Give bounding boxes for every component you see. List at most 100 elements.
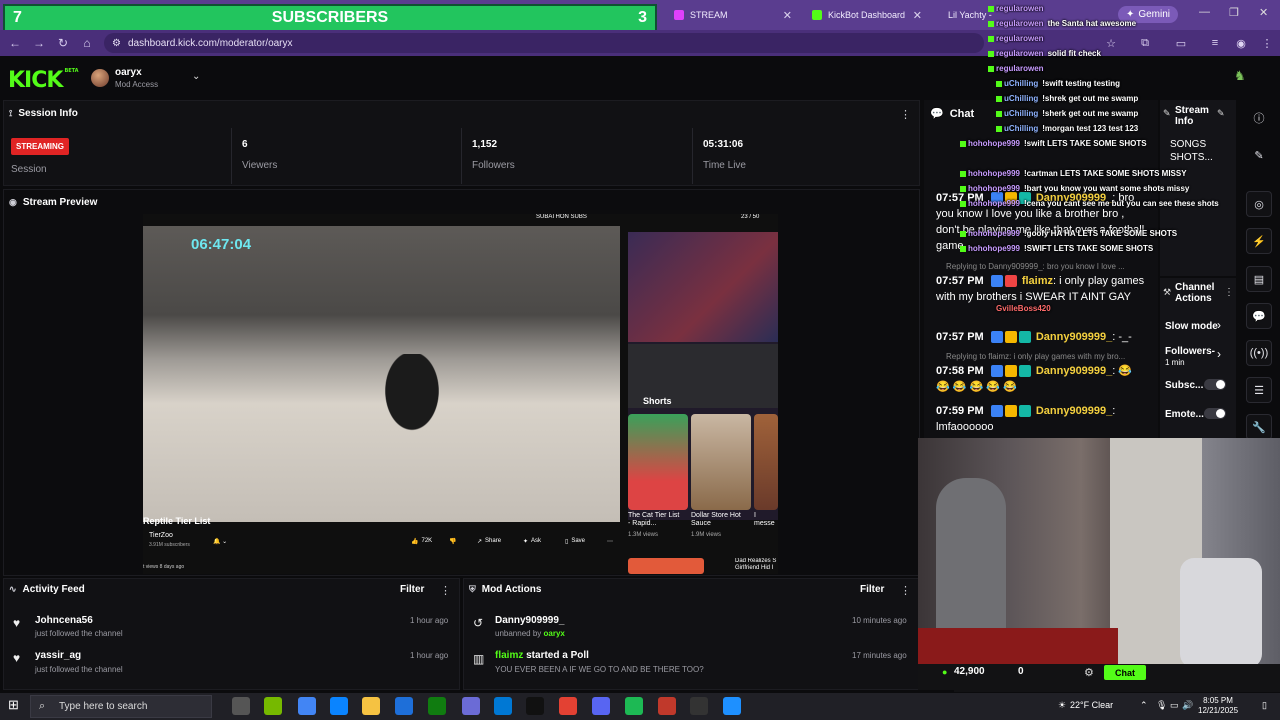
short-title[interactable]: I messe — [754, 512, 778, 528]
tab-youtube[interactable]: Lil Yachty - she ready — [934, 4, 994, 26]
mod-filter-button[interactable]: Filter — [860, 584, 884, 595]
xbox-icon[interactable] — [428, 697, 446, 715]
broadcast-icon[interactable]: ((•)) — [1246, 340, 1272, 366]
chat-reply-context[interactable]: Replying to flaimz: i only play games wi… — [946, 352, 1125, 361]
star-icon[interactable]: ☆ — [1102, 34, 1120, 52]
feed-item-name[interactable]: Johncena56 — [35, 615, 93, 626]
target-icon[interactable]: ◎ — [1246, 191, 1272, 217]
mod-item-name[interactable]: Danny909999_ — [495, 615, 565, 626]
more-icon[interactable]: ⋯ — [607, 534, 613, 548]
activity-filter-button[interactable]: Filter — [400, 584, 424, 595]
reading-list-icon[interactable]: ≡ — [1206, 34, 1224, 52]
thumbs-down-icon[interactable]: 👎 — [449, 534, 456, 548]
chrome-icon[interactable] — [559, 697, 577, 715]
save-button[interactable]: ▯ Save — [565, 534, 585, 548]
maximize-icon[interactable]: ❐ — [1229, 6, 1239, 19]
task-view-icon[interactable] — [232, 697, 250, 715]
minimize-icon[interactable]: — — [1199, 6, 1210, 18]
stream-preview-video[interactable]: 06:47:04 SUBATHON SUBS 23 / 50 Shorts Th… — [143, 214, 778, 574]
chevron-up-icon[interactable]: ⌃ — [1140, 700, 1148, 711]
chevron-right-icon[interactable]: › — [1217, 347, 1221, 361]
edit-icon[interactable]: ✎ — [1217, 108, 1225, 119]
taskbar-clock[interactable]: 8:05 PM 12/21/2025 — [1198, 696, 1238, 716]
more-options-icon[interactable]: ⋮ — [900, 584, 911, 597]
avatar[interactable] — [91, 69, 109, 87]
sidebar-icon[interactable]: ▭ — [1172, 34, 1190, 52]
more-options-icon[interactable]: ⋮ — [1224, 287, 1234, 298]
taskbar-search-input[interactable]: ⌕ Type here to search — [30, 695, 212, 718]
emote-mode-label[interactable]: Emote... — [1165, 408, 1204, 421]
chat-button[interactable]: Chat — [1104, 665, 1146, 680]
clipboard-icon[interactable]: ▤ — [1246, 266, 1272, 292]
home-icon[interactable]: ⌂ — [78, 34, 96, 52]
mod-sub-user[interactable]: oaryx — [544, 629, 565, 638]
chat-username[interactable]: Danny909999_ — [1036, 365, 1112, 377]
window-close-icon[interactable]: ✕ — [1259, 6, 1268, 19]
chevron-right-icon[interactable]: › — [1217, 318, 1221, 332]
nvidia-icon[interactable] — [264, 697, 282, 715]
chat-reply-context[interactable]: Replying to Danny909999_: bro you know I… — [946, 262, 1125, 271]
back-icon[interactable]: ← — [6, 34, 24, 52]
network-icon[interactable]: ▭ — [1170, 700, 1179, 711]
sliders-icon[interactable]: ☰ — [1246, 377, 1272, 403]
username[interactable]: oaryx — [115, 67, 142, 78]
app-icon[interactable] — [723, 697, 741, 715]
tab-kickbot-dashboard[interactable]: KickBot Dashboard ✕ — [804, 4, 930, 26]
weather-text[interactable]: 22°F Clear — [1070, 700, 1113, 710]
discord-icon[interactable] — [592, 697, 610, 715]
short-title[interactable]: The Cat Tier List - Rapid... — [628, 512, 680, 528]
address-bar[interactable]: ⚙ dashboard.kick.com/moderator/oaryx — [104, 33, 984, 53]
photos-icon[interactable] — [462, 697, 480, 715]
site-settings-icon[interactable]: ⚙ — [112, 38, 121, 49]
kick-logo[interactable]: KICK BETA — [8, 68, 79, 93]
bottom-short-title[interactable]: Dad Realizes S Girlfriend Hid I — [735, 558, 777, 574]
pencil-icon[interactable]: ✎ — [1246, 142, 1272, 168]
feed-item-name[interactable]: yassir_ag — [35, 650, 81, 661]
folder-icon[interactable] — [362, 697, 380, 715]
more-options-icon[interactable]: ⋮ — [900, 108, 911, 121]
close-icon[interactable]: ✕ — [783, 9, 792, 22]
short-thumbnail[interactable] — [691, 414, 751, 510]
extensions-icon[interactable]: ⧉ — [1136, 34, 1154, 52]
poll-user[interactable]: flaimz — [495, 650, 523, 661]
edge-icon[interactable] — [330, 697, 348, 715]
tiktok-icon[interactable] — [526, 697, 544, 715]
volume-icon[interactable]: 🔊 — [1182, 700, 1193, 711]
bell-icon[interactable]: 🔔 ⌄ — [213, 534, 227, 548]
windows-start-icon[interactable]: ⊞ — [8, 697, 26, 715]
chat-username[interactable]: Danny909999_ — [1036, 331, 1112, 343]
forward-icon[interactable]: → — [30, 34, 48, 52]
share-button[interactable]: ↗ Share — [477, 534, 501, 548]
channel-avatar-icon[interactable]: ♞ — [1234, 68, 1252, 86]
subscribers-toggle[interactable] — [1204, 379, 1226, 390]
microphone-icon[interactable]: 🎙 — [1156, 700, 1167, 711]
emote-toggle[interactable] — [1204, 408, 1226, 419]
epic-games-icon[interactable] — [690, 697, 708, 715]
info-icon[interactable]: ⓘ — [1246, 105, 1272, 131]
copilot-icon[interactable] — [298, 697, 316, 715]
slow-mode-label[interactable]: Slow mode — [1165, 320, 1218, 333]
chat-bubble-icon[interactable]: 💬 — [1246, 303, 1272, 329]
short-title[interactable]: Dollar Store Hot Sauce — [691, 512, 743, 528]
lightning-icon[interactable]: ⚡ — [1246, 228, 1272, 254]
tab-stream[interactable]: STREAM ✕ — [666, 4, 800, 26]
ask-button[interactable]: ✦ Ask — [523, 534, 541, 548]
chat-username[interactable]: Danny909999_ — [1036, 405, 1112, 417]
app-icon[interactable] — [658, 697, 676, 715]
close-icon[interactable]: ✕ — [913, 9, 922, 22]
gear-icon[interactable]: ⚙ — [1084, 666, 1094, 679]
reload-icon[interactable]: ↻ — [54, 34, 72, 52]
spotify-icon[interactable] — [625, 697, 643, 715]
wrench-icon[interactable]: 🔧 — [1246, 414, 1272, 440]
menu-icon[interactable]: ⋮ — [1258, 34, 1276, 52]
more-options-icon[interactable]: ⋮ — [440, 584, 451, 597]
chevron-down-icon[interactable]: ⌄ — [192, 71, 200, 82]
short-thumbnail[interactable] — [754, 414, 778, 510]
store-icon[interactable] — [395, 697, 413, 715]
channel-name[interactable]: TierZoo — [149, 532, 173, 539]
like-button[interactable]: 👍 72K — [411, 534, 432, 548]
outlook-icon[interactable] — [494, 697, 512, 715]
chat-username[interactable]: flaimz — [1022, 275, 1053, 287]
subscribers-mode-label[interactable]: Subsc... — [1165, 379, 1203, 392]
bottom-short-thumbnail[interactable] — [628, 558, 704, 574]
